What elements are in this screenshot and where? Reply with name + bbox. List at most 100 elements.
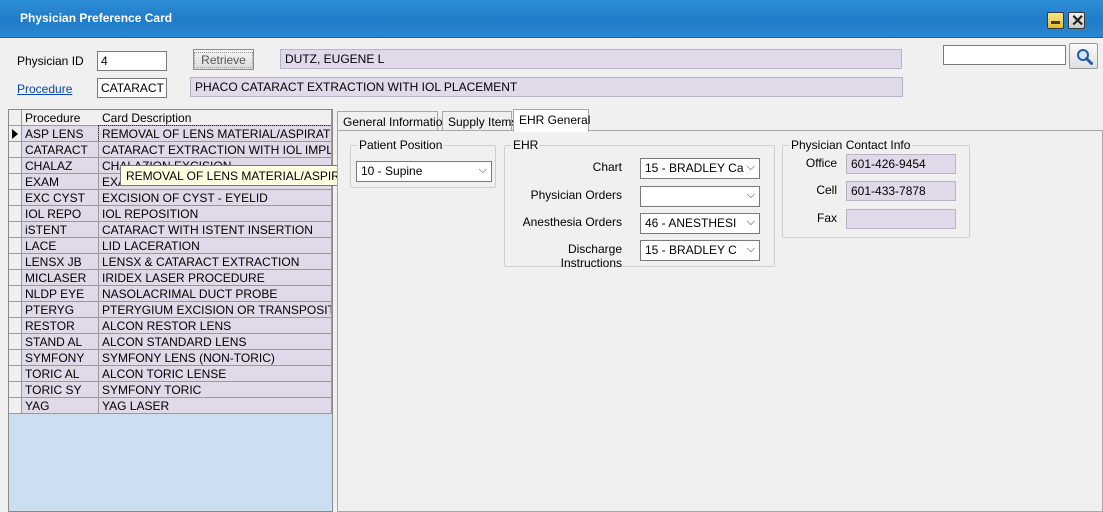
row-selector[interactable] — [9, 142, 22, 158]
fax-label: Fax — [816, 211, 837, 225]
cell-procedure[interactable]: TORIC SY — [22, 382, 99, 398]
row-selector[interactable] — [9, 158, 22, 174]
cell-card-description[interactable]: EXCISION OF CYST - EYELID — [99, 190, 332, 206]
cell-card-description[interactable]: YAG LASER — [99, 398, 332, 414]
table-row[interactable]: MICLASER IRIDEX LASER PROCEDURE — [9, 270, 332, 286]
cell-procedure[interactable]: EXAM — [22, 174, 99, 190]
row-selector[interactable] — [9, 318, 22, 334]
table-row[interactable]: ASP LENS REMOVAL OF LENS MATERIAL/ASPIRAT… — [9, 125, 332, 143]
row-selector[interactable] — [9, 174, 22, 190]
row-selector[interactable] — [9, 238, 22, 254]
cell-procedure[interactable]: STAND AL — [22, 334, 99, 350]
row-selector[interactable] — [9, 206, 22, 222]
chart-select[interactable]: 15 - BRADLEY Ca ⌵ — [640, 158, 760, 179]
table-row[interactable]: SYMFONY SYMFONY LENS (NON-TORIC) — [9, 350, 332, 366]
cell-procedure[interactable]: NLDP EYE — [22, 286, 99, 302]
cell-procedure[interactable]: IOL REPO — [22, 206, 99, 222]
row-selector[interactable] — [9, 334, 22, 350]
search-button[interactable] — [1069, 43, 1098, 69]
row-selector[interactable] — [9, 222, 22, 238]
cell-procedure[interactable]: EXC CYST — [22, 190, 99, 206]
retrieve-button[interactable]: Retrieve — [193, 49, 254, 70]
cell-procedure[interactable]: CATARACT — [22, 142, 99, 158]
cell-procedure[interactable]: CHALAZ — [22, 158, 99, 174]
cell-card-description[interactable]: REMOVAL OF LENS MATERIAL/ASPIRATION TECH… — [98, 125, 332, 143]
chart-value: 15 - BRADLEY Ca — [645, 161, 744, 175]
cell-card-description[interactable]: NASOLACRIMAL DUCT PROBE — [99, 286, 332, 302]
chevron-down-icon: ⌵ — [478, 164, 487, 176]
table-row[interactable]: YAG YAG LASER — [9, 398, 332, 414]
table-row[interactable]: iSTENT CATARACT WITH ISTENT INSERTION — [9, 222, 332, 238]
grid-header-row: Procedure Card Description — [9, 110, 332, 126]
window-title: Physician Preference Card — [20, 11, 173, 25]
cell-card-description[interactable]: LID LACERATION — [99, 238, 332, 254]
row-selector[interactable] — [9, 270, 22, 286]
cell-procedure[interactable]: SYMFONY — [22, 350, 99, 366]
tab-supply-items[interactable]: Supply Items — [442, 111, 517, 131]
cell-procedure[interactable]: YAG — [22, 398, 99, 414]
cell-procedure[interactable]: ASP LENS — [22, 126, 99, 142]
table-row[interactable]: RESTOR ALCON RESTOR LENS — [9, 318, 332, 334]
cell-card-description[interactable]: CATARACT EXTRACTION WITH IOL IMPLANT — [99, 142, 332, 158]
cell-procedure[interactable]: LACE — [22, 238, 99, 254]
table-row[interactable]: LENSX JB LENSX & CATARACT EXTRACTION — [9, 254, 332, 270]
table-row[interactable]: NLDP EYE NASOLACRIMAL DUCT PROBE — [9, 286, 332, 302]
tab-ehr-general[interactable]: EHR General — [513, 109, 590, 132]
column-header-card-description[interactable]: Card Description — [99, 110, 332, 126]
ehr-group: EHR Chart 15 - BRADLEY Ca ⌵ Physician Or… — [504, 138, 775, 270]
row-selector[interactable] — [9, 302, 22, 318]
cell-card-description[interactable]: IRIDEX LASER PROCEDURE — [99, 270, 332, 286]
fax-field — [846, 209, 956, 229]
cell-card-description[interactable]: IOL REPOSITION — [99, 206, 332, 222]
row-selector[interactable] — [9, 126, 22, 142]
row-selector[interactable] — [9, 254, 22, 270]
cell-procedure[interactable]: TORIC AL — [22, 366, 99, 382]
minimize-icon[interactable] — [1047, 12, 1064, 29]
close-icon[interactable]: ✕ — [1068, 12, 1085, 30]
physician-name-field: DUTZ, EUGENE L — [280, 49, 902, 69]
cell-card-description[interactable]: CATARACT WITH ISTENT INSERTION — [99, 222, 332, 238]
row-selector[interactable] — [9, 398, 22, 414]
table-row[interactable]: PTERYG PTERYGIUM EXCISION OR TRANSPOSITIO… — [9, 302, 332, 318]
row-selector[interactable] — [9, 366, 22, 382]
physician-id-input[interactable]: 4 — [97, 51, 167, 71]
cell-procedure[interactable]: LENSX JB — [22, 254, 99, 270]
tab-general-information[interactable]: General Information — [337, 111, 449, 131]
table-row[interactable]: LACE LID LACERATION — [9, 238, 332, 254]
table-row[interactable]: TORIC SY SYMFONY TORIC — [9, 382, 332, 398]
cell-procedure[interactable]: MICLASER — [22, 270, 99, 286]
cell-card-description[interactable]: ALCON TORIC LENSE — [99, 366, 332, 382]
ehr-title: EHR — [511, 138, 541, 152]
row-selector[interactable] — [9, 286, 22, 302]
row-selector[interactable] — [9, 350, 22, 366]
row-pointer-icon — [12, 129, 18, 139]
physician-orders-select[interactable]: ⌵ — [640, 186, 760, 207]
office-label: Office — [805, 156, 837, 170]
table-row[interactable]: STAND AL ALCON STANDARD LENS — [9, 334, 332, 350]
procedure-link[interactable]: Procedure — [17, 82, 72, 96]
anesthesia-orders-label: Anesthesia Orders — [522, 215, 622, 229]
table-row[interactable]: EXC CYST EXCISION OF CYST - EYELID — [9, 190, 332, 206]
search-input[interactable] — [943, 45, 1066, 65]
cell-procedure[interactable]: PTERYG — [22, 302, 99, 318]
anesthesia-orders-select[interactable]: 46 - ANESTHESI ⌵ — [640, 213, 760, 234]
cell-card-description[interactable]: SYMFONY LENS (NON-TORIC) — [99, 350, 332, 366]
cell-card-description[interactable]: LENSX & CATARACT EXTRACTION — [99, 254, 332, 270]
patient-position-select[interactable]: 10 - Supine ⌵ — [356, 161, 492, 182]
cell-procedure[interactable]: RESTOR — [22, 318, 99, 334]
cell-procedure[interactable]: iSTENT — [22, 222, 99, 238]
contact-group: Physician Contact Info Office 601-426-94… — [782, 138, 970, 238]
patient-position-value: 10 - Supine — [361, 164, 423, 178]
discharge-instructions-value: 15 - BRADLEY C — [645, 243, 737, 257]
table-row[interactable]: TORIC AL ALCON TORIC LENSE — [9, 366, 332, 382]
procedure-input[interactable]: CATARACT — [97, 78, 167, 98]
cell-card-description[interactable]: SYMFONY TORIC — [99, 382, 332, 398]
table-row[interactable]: CATARACT CATARACT EXTRACTION WITH IOL IMP… — [9, 142, 332, 158]
row-selector[interactable] — [9, 382, 22, 398]
row-selector[interactable] — [9, 190, 22, 206]
table-row[interactable]: IOL REPO IOL REPOSITION — [9, 206, 332, 222]
cell-card-description[interactable]: ALCON STANDARD LENS — [99, 334, 332, 350]
cell-card-description[interactable]: ALCON RESTOR LENS — [99, 318, 332, 334]
cell-card-description[interactable]: PTERYGIUM EXCISION OR TRANSPOSITION — [99, 302, 332, 318]
discharge-instructions-select[interactable]: 15 - BRADLEY C ⌵ — [640, 240, 760, 261]
